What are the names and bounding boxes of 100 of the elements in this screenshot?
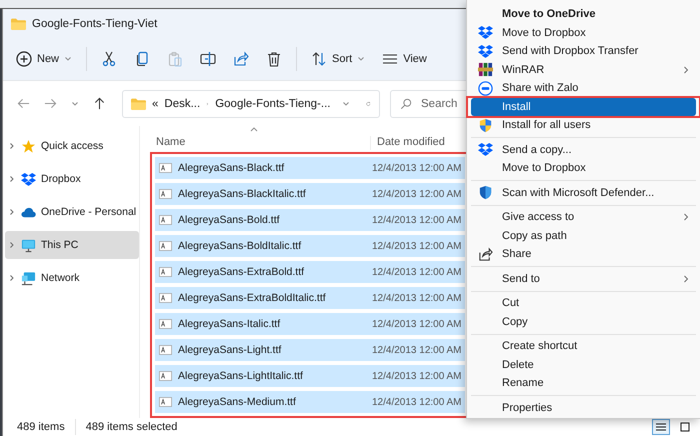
share-icon [233,51,250,68]
file-name: AlegreyaSans-BoldItalic.ttf [178,240,302,252]
expand-chevron-icon[interactable] [8,175,16,184]
font-file-icon [159,397,172,408]
font-file-icon [159,267,172,278]
menu-item[interactable]: Share [471,245,696,264]
menu-item[interactable]: Copy as path [471,226,696,245]
date-cell: 12/4/2013 12:00 AM [372,214,462,226]
file-row[interactable]: AlegreyaSans-BoldItalic.ttf 12/4/2013 12:00 AM [155,235,465,258]
menu-item[interactable]: WinRAR [471,60,696,79]
shield-icon [478,118,493,133]
font-file-icon [159,345,172,356]
back-arrow-icon[interactable] [17,97,30,110]
file-row[interactable]: AlegreyaSans-BlackItalic.ttf 12/4/2013 12:00 AM [155,183,465,206]
breadcrumb[interactable]: Google-Fonts-Tieng-... [215,98,330,110]
sidebar-item[interactable]: Dropbox [5,165,139,194]
font-file-icon [159,215,172,226]
menu-item[interactable]: Copy [471,312,696,331]
menu-item[interactable]: Rename [471,374,696,392]
address-bar[interactable]: « Desk... Google-Fonts-Tieng-... [122,90,380,118]
font-file-icon [159,241,172,252]
overflow-mark[interactable]: « [152,98,158,110]
file-row[interactable]: AlegreyaSans-ExtraBold.ttf 12/4/2013 12:00 AM [155,261,465,284]
file-row[interactable]: AlegreyaSans-Italic.ttf 12/4/2013 12:00 AM [155,313,465,336]
expand-chevron-icon[interactable] [8,208,16,216]
menu-item[interactable]: Delete [471,356,696,374]
file-name: AlegreyaSans-Medium.ttf [178,396,297,408]
recent-caret-icon [71,100,79,108]
folder-icon [131,98,146,110]
menu-item[interactable]: Install [471,98,696,116]
up-arrow-icon[interactable] [93,97,106,110]
font-file-icon [159,293,172,304]
dropbox-icon [21,172,36,187]
square-icon [679,422,691,432]
expand-chevron-icon[interactable] [8,142,16,150]
date-cell: 12/4/2013 12:00 AM [372,344,462,356]
date-cell: 12/4/2013 12:00 AM [372,188,462,200]
dropbox-icon [478,44,493,59]
date-cell: 12/4/2013 12:00 AM [372,240,462,252]
menu-item[interactable]: Cut [471,294,696,312]
file-row[interactable]: AlegreyaSans-LightItalic.ttf 12/4/2013 12:00 AM [155,365,465,388]
submenu-chevron-icon [682,274,690,283]
sort-button[interactable]: Sort [304,47,372,72]
submenu-chevron-icon [682,66,690,74]
font-file-icon [159,371,172,382]
forward-arrow-icon[interactable] [44,97,57,110]
menu-item[interactable]: Send a copy... [471,140,696,159]
file-row[interactable]: AlegreyaSans-Black.ttf 12/4/2013 12:00 AM [155,157,465,180]
sidebar-item[interactable]: OneDrive - Personal [5,198,139,226]
expand-chevron-icon[interactable] [8,241,16,250]
menu-item[interactable]: Properties [471,398,696,417]
column-header[interactable]: Date modified [377,136,445,148]
details-view-button[interactable] [652,419,670,436]
window-title: Google-Fonts-Tieng-Viet [32,18,158,30]
menu-item[interactable]: Give access to [471,208,696,226]
new-button[interactable]: New [9,47,80,72]
breadcrumb[interactable]: Desk... [164,98,200,110]
sidebar-item[interactable]: Quick access [5,132,139,160]
dropbox-icon [478,142,493,158]
file-row[interactable]: AlegreyaSans-Medium.ttf 12/4/2013 12:00 AM [155,391,465,414]
file-name: AlegreyaSans-LightItalic.ttf [178,370,304,382]
date-cell: 12/4/2013 12:00 AM [372,396,462,408]
view-button[interactable]: View [375,47,434,72]
file-name: AlegreyaSans-Italic.ttf [178,318,282,330]
date-cell: 12/4/2013 12:00 AM [372,162,462,174]
books-icon [478,62,493,78]
font-file-icon [159,163,172,174]
file-row[interactable]: AlegreyaSans-Light.ttf 12/4/2013 12:00 AM [155,339,465,362]
menu-item[interactable]: Install for all users [471,116,696,134]
share-icon [478,246,493,262]
sidebar-item[interactable]: This PC [5,231,139,260]
rename-icon [200,51,216,68]
network-computer-icon [21,270,36,286]
column-header[interactable]: Name [156,136,186,148]
menu-item[interactable]: Scan with Microsoft Defender... [471,184,696,202]
menu-item[interactable]: Move to OneDrive [471,5,696,24]
menu-item[interactable]: Move to Dropbox [471,24,696,42]
file-row[interactable]: AlegreyaSans-ExtraBoldItalic.ttf 12/4/2013 12:00 AM [155,287,465,310]
menu-item[interactable]: Send with Dropbox Transfer [471,42,696,60]
menu-item[interactable]: Move to Dropbox [471,159,696,178]
file-name: AlegreyaSans-ExtraBoldItalic.ttf [178,292,327,304]
file-name: AlegreyaSans-ExtraBold.ttf [178,266,306,278]
file-name: AlegreyaSans-BlackItalic.ttf [178,188,307,200]
menu-item[interactable]: Create shortcut [471,337,696,356]
plus-circle-icon [16,51,32,68]
file-row[interactable]: AlegreyaSans-Bold.ttf 12/4/2013 12:00 AM [155,209,465,232]
chat-bubble-icon [478,80,493,96]
trash-icon [266,51,282,68]
sidebar-item[interactable]: Network [5,264,139,292]
monitor-icon [21,238,36,253]
clipboard-icon [167,51,184,68]
date-cell: 12/4/2013 12:00 AM [372,370,462,382]
expand-chevron-icon[interactable] [8,274,16,282]
font-file-icon [159,189,172,200]
sort-caret-icon [250,127,258,132]
sort-arrows-icon [311,51,328,68]
menu-item[interactable]: Send to [471,270,696,288]
shield-icon [478,185,493,200]
scissors-icon [101,51,118,68]
star-icon [21,138,36,154]
